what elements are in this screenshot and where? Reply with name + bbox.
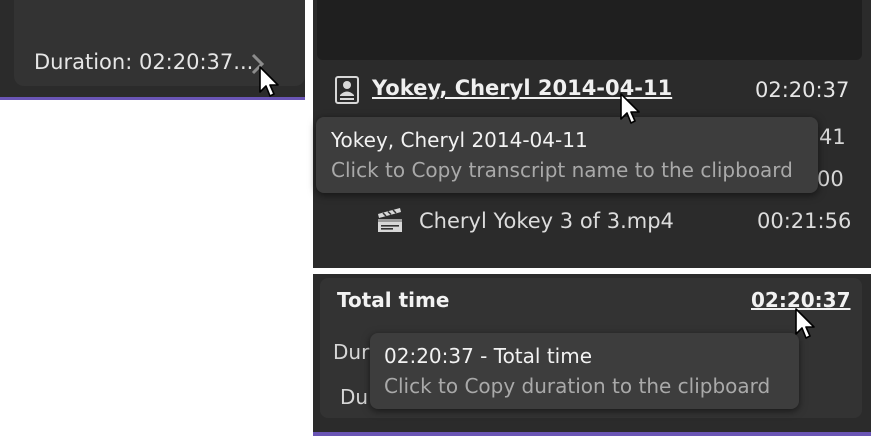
transcript-duration: 02:20:37 <box>755 78 850 102</box>
total-time-label: Total time <box>337 288 450 312</box>
panel-header-area <box>317 0 862 60</box>
transcript-tooltip: Yokey, Cheryl 2014-04-11 Click to Copy t… <box>316 117 818 193</box>
tooltip-hint: Click to Copy transcript name to the cli… <box>331 158 793 182</box>
tooltip-title: 02:20:37 - Total time <box>384 344 593 368</box>
mouse-pointer-icon <box>620 93 640 124</box>
duration-tooltip: 02:20:37 - Total time Click to Copy dura… <box>370 333 799 409</box>
row-duration: 41 <box>819 125 846 149</box>
clip-duration: 00:21:56 <box>757 209 852 233</box>
mouse-pointer-icon <box>795 308 815 339</box>
clapperboard-icon <box>378 208 402 232</box>
row-duration: 00 <box>817 167 844 191</box>
duration-label-fragment: Dur <box>333 340 370 364</box>
duration-summary: Duration: 02:20:37... <box>34 50 254 74</box>
duration-label-fragment: Du <box>340 385 369 409</box>
tooltip-hint: Click to Copy duration to the clipboard <box>384 374 771 398</box>
tooltip-title: Yokey, Cheryl 2014-04-11 <box>331 128 588 152</box>
mouse-pointer-icon <box>259 66 279 97</box>
transcript-icon <box>335 76 359 104</box>
clip-name[interactable]: Cheryl Yokey 3 of 3.mp4 <box>419 209 674 233</box>
